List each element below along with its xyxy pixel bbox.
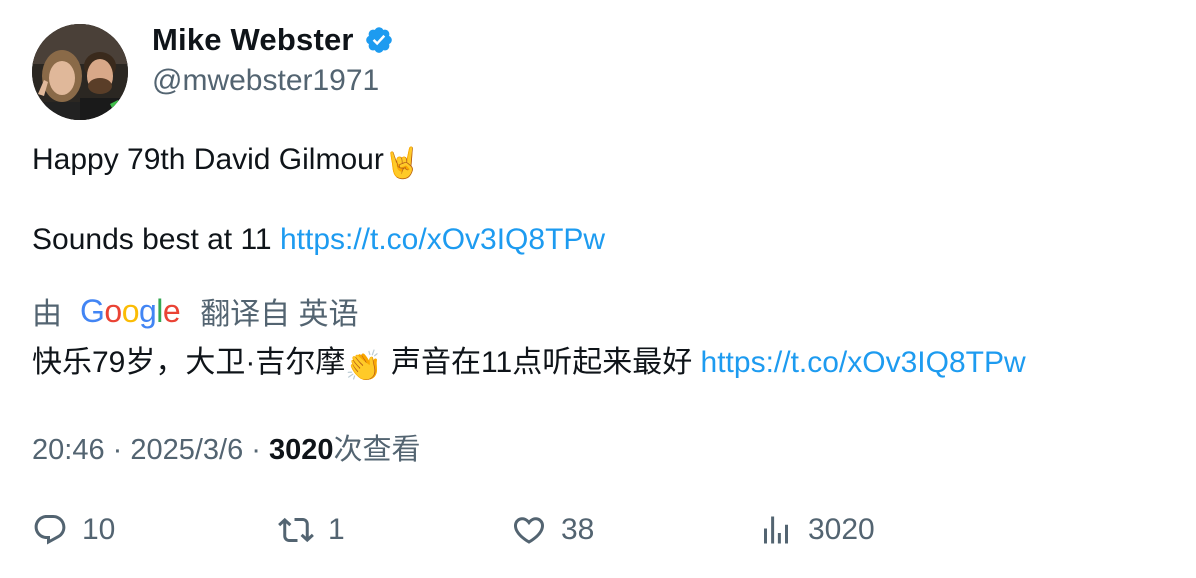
rock-hand-emoji-icon: 🤘 (383, 147, 422, 180)
tweet-text: Happy 79th David Gilmour (32, 143, 384, 176)
verified-badge-icon (365, 27, 392, 53)
translated-by-suffix: 翻译自 英语 (200, 298, 359, 331)
google-letter: g (138, 292, 157, 329)
avatar[interactable] (32, 24, 128, 120)
tweet-text-line-1: Happy 79th David Gilmour🤘 (32, 143, 421, 181)
views-label: 次查看 (333, 434, 421, 466)
author-name-row[interactable]: Mike Webster (152, 22, 394, 58)
avatar-image (32, 24, 128, 120)
google-letter: e (162, 292, 181, 329)
tweet-link[interactable]: https://t.co/xOv3IQ8TPw (280, 223, 605, 256)
clapping-hands-emoji-icon: 👏 (345, 350, 383, 383)
translated-link[interactable]: https://t.co/xOv3IQ8TPw (701, 346, 1026, 379)
reply-count: 10 (82, 513, 116, 546)
author-name[interactable]: Mike Webster (152, 22, 354, 58)
views-button[interactable]: 3020 (758, 512, 875, 548)
meta-separator: · (104, 434, 131, 466)
google-letter: o (104, 292, 122, 329)
google-letter: l (156, 292, 163, 329)
analytics-icon (764, 516, 788, 544)
reply-button[interactable]: 10 (32, 512, 115, 548)
heart-icon (513, 517, 545, 544)
translated-text: 快乐79岁，大卫·吉尔摩👏 声音在11点听起来最好 https://t.co/x… (32, 337, 1026, 384)
author-handle[interactable]: @mwebster1971 (152, 64, 379, 98)
tweet-meta: 20:46 · 2025/3/6 · 3020次查看 (32, 426, 421, 468)
retweet-count: 1 (328, 513, 345, 546)
reply-icon (34, 515, 66, 545)
tweet-text-line-2: Sounds best at 11 https://t.co/xOv3IQ8TP… (32, 223, 605, 257)
google-letter: G (80, 292, 105, 329)
views-count: 3020 (269, 434, 334, 466)
tweet-date[interactable]: 2025/3/6 (130, 434, 243, 466)
like-button[interactable]: 38 (511, 512, 594, 548)
tweet-text: Sounds best at 11 (32, 223, 280, 256)
views-action-count: 3020 (808, 513, 875, 546)
like-count: 38 (561, 513, 595, 546)
google-letter: o (121, 292, 140, 329)
retweet-button[interactable]: 1 (278, 512, 345, 548)
translated-by-prefix: 由 (32, 298, 62, 331)
translated-text-part: 声音在11点听起来最好 (382, 346, 701, 379)
meta-separator: · (243, 434, 270, 466)
translated-by: 由 Google 翻译自 英语 (32, 289, 359, 333)
google-logo[interactable]: Google (80, 292, 181, 330)
retweet-icon (278, 517, 314, 543)
translated-text-part: 快乐79岁，大卫·吉尔摩 (32, 346, 346, 379)
action-bar: 10 1 38 3020 (32, 512, 1132, 552)
tweet-time[interactable]: 20:46 (32, 434, 105, 466)
